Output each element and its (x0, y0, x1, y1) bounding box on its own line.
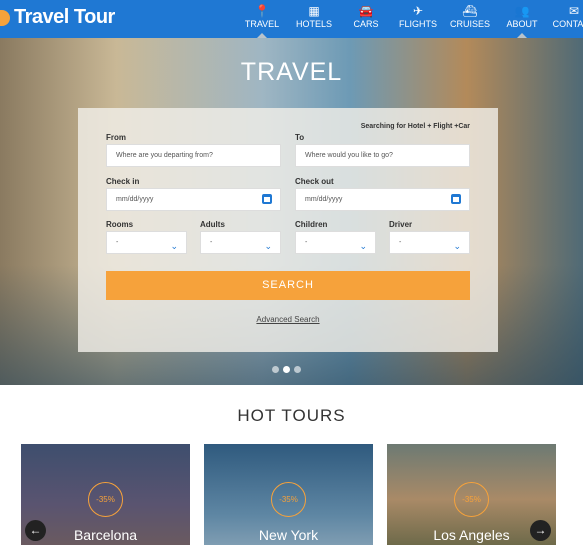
nav-label: HOTELS (295, 19, 332, 29)
from-input[interactable]: Where are you departing from? (106, 144, 281, 167)
hero-title: TRAVEL (240, 58, 343, 86)
mail-icon: ✉ (568, 4, 580, 18)
main-nav: 📍 TRAVEL ▦ HOTELS 🚘 CARS ✈ FLIGHTS ⛴ CRUISES … (236, 0, 583, 38)
carousel-dot[interactable] (272, 366, 279, 373)
nav-cruises[interactable]: ⛴ CRUISES (444, 0, 496, 38)
tour-city: New York (258, 527, 319, 543)
logo[interactable]: Travel Tour (0, 6, 115, 29)
ship-icon: ⛴ (462, 4, 478, 18)
calendar-icon[interactable] (262, 194, 272, 204)
nav-about[interactable]: 👥 ABOUT (496, 0, 548, 38)
driver-select[interactable]: - ⌄ (389, 231, 470, 254)
searching-for-text: Searching for Hotel + Flight +Car (360, 123, 470, 130)
chevron-down-icon: ⌄ (453, 241, 461, 251)
calendar-icon[interactable] (451, 194, 461, 204)
rooms-select[interactable]: - ⌄ (106, 231, 187, 254)
checkout-input[interactable]: mm/dd/yyyy (295, 188, 470, 211)
adults-value: - (210, 239, 213, 246)
carousel-dot[interactable] (294, 366, 301, 373)
nav-label: TRAVEL (244, 19, 280, 29)
discount-badge: -35% (88, 482, 123, 517)
checkout-placeholder: mm/dd/yyyy (305, 196, 343, 203)
tour-city: Barcelona (73, 527, 138, 543)
nav-cars[interactable]: 🚘 CARS (340, 0, 392, 38)
carousel-dots (272, 366, 301, 373)
discount-badge: -35% (454, 482, 489, 517)
nav-contact[interactable]: ✉CONTACT (548, 0, 583, 38)
rooms-value: - (116, 239, 119, 246)
adults-select[interactable]: - ⌄ (200, 231, 281, 254)
children-value: - (305, 239, 308, 246)
driver-label: Driver (389, 220, 413, 229)
nav-label: CARS (353, 19, 379, 29)
checkin-input[interactable]: mm/dd/yyyy (106, 188, 281, 211)
nav-label: CRUISES (449, 19, 490, 29)
nav-hotels[interactable]: ▦ HOTELS (288, 0, 340, 38)
arrow-left-icon[interactable]: ← (25, 520, 46, 541)
search-form: Searching for Hotel + Flight +Car From W… (78, 108, 498, 352)
map-pin-icon: 📍 (254, 4, 270, 18)
logo-text: Travel Tour (14, 6, 115, 28)
nav-label: ABOUT (506, 19, 538, 29)
chevron-down-icon: ⌄ (359, 241, 367, 251)
to-placeholder: Where would you like to go? (305, 152, 393, 159)
from-placeholder: Where are you departing from? (116, 152, 213, 159)
building-icon: ▦ (308, 4, 320, 18)
adults-label: Adults (200, 220, 225, 229)
advanced-search-link[interactable]: Advanced Search (78, 315, 498, 324)
children-label: Children (295, 220, 328, 229)
to-input[interactable]: Where would you like to go? (295, 144, 470, 167)
header: Travel Tour 📍 TRAVEL ▦ HOTELS 🚘 CARS ✈ FLIGH… (0, 0, 583, 38)
car-icon: 🚘 (358, 4, 374, 18)
nav-flights[interactable]: ✈ FLIGHTS (392, 0, 444, 38)
from-label: From (106, 133, 126, 142)
nav-label: CONTACT (552, 19, 583, 29)
tour-card-barcelona[interactable]: -35% Barcelona (21, 444, 190, 545)
search-button[interactable]: SEARCH (106, 271, 470, 300)
to-label: To (295, 133, 305, 142)
chevron-down-icon: ⌄ (170, 241, 178, 251)
checkout-label: Check out (295, 177, 334, 186)
arrow-right-icon[interactable]: → (530, 520, 551, 541)
driver-value: - (399, 239, 402, 246)
hot-tours-title: HOT TOURS (237, 406, 346, 425)
discount-badge: -35% (271, 482, 306, 517)
children-select[interactable]: - ⌄ (295, 231, 376, 254)
tour-card-new-york[interactable]: -35% New York (204, 444, 373, 545)
chevron-down-icon: ⌄ (264, 241, 272, 251)
checkin-placeholder: mm/dd/yyyy (116, 196, 154, 203)
plane-icon: ✈ (412, 4, 424, 18)
sun-logo-icon (0, 9, 10, 26)
nav-travel[interactable]: 📍 TRAVEL (236, 0, 288, 38)
nav-label: FLIGHTS (398, 19, 437, 29)
rooms-label: Rooms (106, 220, 134, 229)
checkin-label: Check in (106, 177, 140, 186)
carousel-dot-active[interactable] (283, 366, 290, 373)
people-icon: 👥 (514, 4, 530, 18)
